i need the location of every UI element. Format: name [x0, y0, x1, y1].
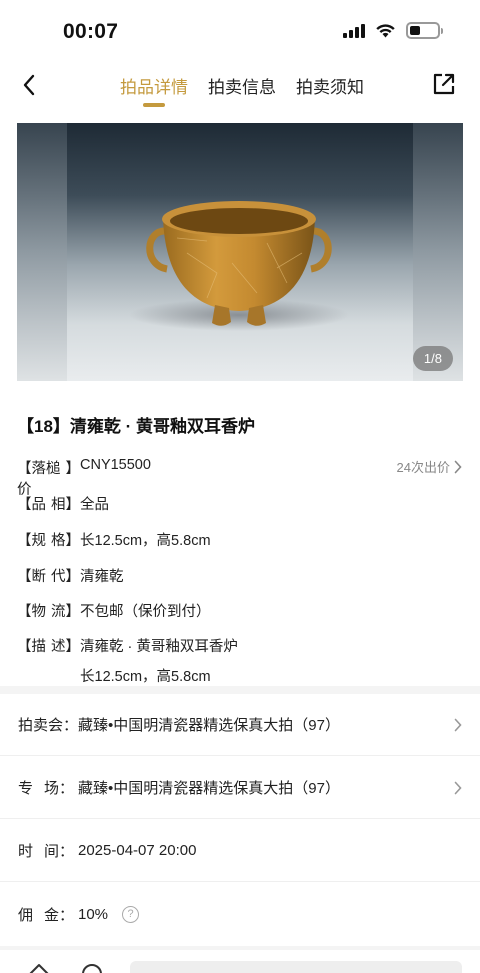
auction-session-value: 藏臻•中国明清瓷器精选保真大拍（97）: [78, 717, 340, 734]
detail-label: 拍卖会：: [18, 717, 79, 734]
chevron-right-icon: [454, 718, 462, 732]
bid-count-link[interactable]: 24次出价: [397, 457, 462, 476]
spec-label: 【断 代】: [17, 569, 80, 585]
status-bar: 00:07: [0, 0, 480, 62]
size-value: 长12.5cm，高5.8cm: [80, 533, 211, 549]
chevron-right-icon: [454, 460, 462, 473]
signal-icon: [343, 23, 365, 38]
condition-row: 【品 相】 全品: [17, 493, 109, 514]
search-icon[interactable]: [80, 962, 104, 973]
lot-info-card: 【18】清雍乾 · 黄哥釉双耳香炉 【落槌价】 CNY15500 24次出价 【…: [0, 394, 480, 686]
nav-bar: 拍品详情 拍卖信息 拍卖须知: [0, 62, 480, 108]
auction-session-row[interactable]: 拍卖会： 藏臻•中国明清瓷器精选保真大拍（97）: [0, 694, 480, 756]
shipping-value: 不包邮（保价到付）: [80, 604, 211, 620]
home-icon[interactable]: [26, 962, 52, 973]
period-row: 【断 代】 清雍乾: [17, 565, 124, 586]
spec-label: 【描 述】: [17, 639, 80, 655]
bid-count: 24次出价: [396, 460, 450, 475]
auction-detail-card: 拍卖会： 藏臻•中国明清瓷器精选保真大拍（97） 专场： 藏臻•中国明清瓷器精选…: [0, 694, 480, 946]
description-size: 长12.5cm，高5.8cm: [80, 669, 211, 685]
tab-bar: 拍品详情 拍卖信息 拍卖须知: [0, 73, 480, 107]
battery-icon: [406, 22, 443, 39]
share-icon: [433, 73, 455, 95]
gallery-section: 1/8: [0, 108, 480, 394]
status-time: 00:07: [63, 20, 119, 43]
auction-venue-row[interactable]: 专场： 藏臻•中国明清瓷器精选保真大拍（97）: [0, 757, 480, 819]
spec-label: 【品 相】: [17, 497, 80, 513]
incense-burner-illustration: [129, 201, 349, 331]
spec-label: 【规 格】: [17, 533, 80, 549]
bottom-input-bar[interactable]: [130, 961, 462, 973]
auction-venue-value: 藏臻•中国明清瓷器精选保真大拍（97）: [78, 780, 340, 797]
period-value: 清雍乾: [80, 569, 124, 585]
product-image[interactable]: 1/8: [17, 123, 463, 381]
wifi-icon: [376, 24, 395, 38]
image-counter: 1/8: [412, 346, 453, 371]
chevron-right-icon: [454, 781, 462, 795]
size-row: 【规 格】 长12.5cm，高5.8cm: [17, 529, 211, 550]
commission-row: 佣金： 10% ?: [0, 883, 480, 945]
status-icons: [343, 22, 443, 39]
tab-lot-details[interactable]: 拍品详情: [120, 73, 188, 107]
tab-auction-notice[interactable]: 拍卖须知: [296, 73, 364, 107]
condition-value: 全品: [80, 497, 109, 513]
lot-title: 【18】清雍乾 · 黄哥釉双耳香炉: [17, 417, 256, 436]
description-row: 【描 述】 清雍乾 · 黄哥釉双耳香炉 长12.5cm，高5.8cm: [17, 635, 238, 686]
auction-time-value: 2025-04-07 20:00: [78, 842, 197, 859]
commission-value: 10%: [78, 905, 109, 923]
detail-label: 时间：: [18, 843, 74, 860]
question-circle-icon[interactable]: ?: [122, 905, 140, 923]
shipping-row: 【物 流】 不包邮（保价到付）: [17, 600, 211, 621]
detail-label: 佣金：: [18, 906, 74, 924]
detail-label: 专场：: [18, 780, 74, 797]
spec-label: 【物 流】: [17, 604, 80, 620]
description-value: 清雍乾 · 黄哥釉双耳香炉: [80, 639, 238, 655]
bottom-action-bar: [0, 950, 480, 973]
tab-auction-info[interactable]: 拍卖信息: [208, 73, 276, 107]
auction-time-row: 时间： 2025-04-07 20:00: [0, 820, 480, 882]
share-button[interactable]: [432, 72, 458, 98]
